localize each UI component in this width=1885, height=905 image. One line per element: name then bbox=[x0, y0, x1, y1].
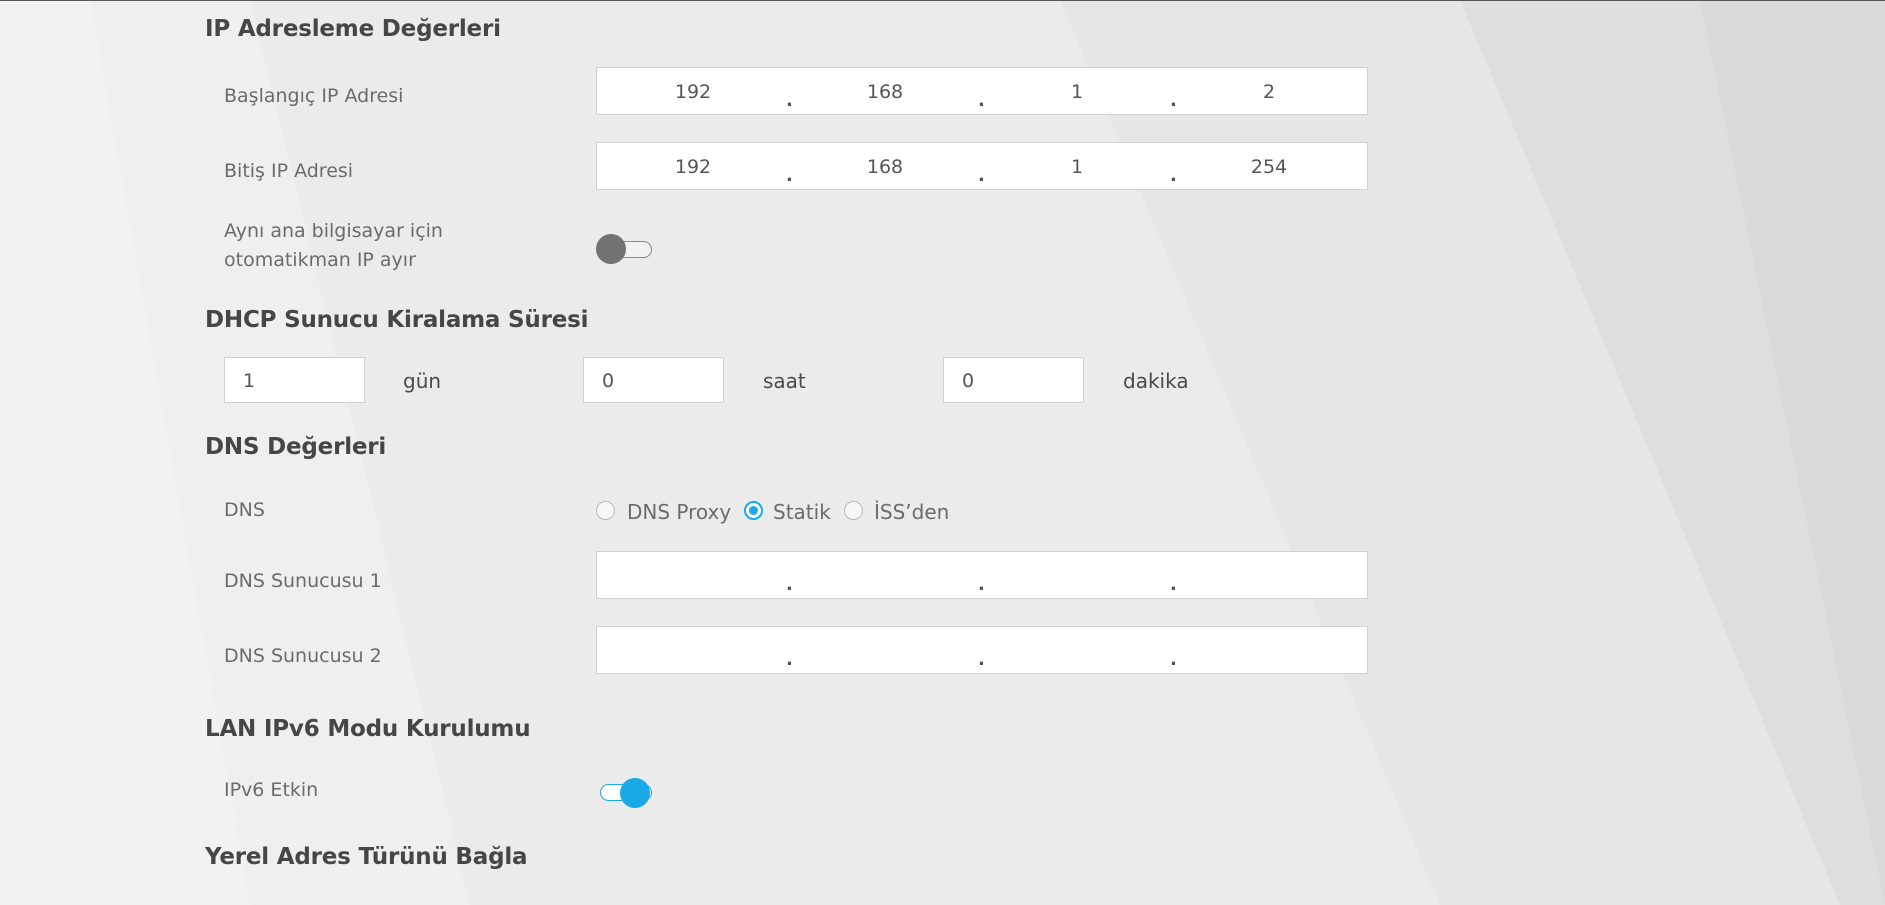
dns-mode-radio-group: DNS Proxy Statik İSS’den bbox=[596, 500, 1196, 524]
ipv6-enable-toggle[interactable] bbox=[600, 777, 656, 809]
end-ip-octet-1[interactable]: 192 bbox=[597, 156, 789, 178]
end-ip-label: Bitiş IP Adresi bbox=[224, 160, 354, 182]
lease-hours-unit: saat bbox=[763, 369, 806, 393]
lease-days-input[interactable]: 1 bbox=[224, 357, 365, 403]
lease-hours-input[interactable]: 0 bbox=[583, 357, 724, 403]
ip-addressing-title: IP Adresleme Değerleri bbox=[205, 16, 501, 42]
start-ip-octet-4[interactable]: 2 bbox=[1173, 81, 1365, 103]
dns-server1-label: DNS Sunucusu 1 bbox=[224, 570, 382, 592]
dns-static-radio[interactable] bbox=[744, 501, 763, 520]
dns-mode-label: DNS bbox=[224, 499, 265, 521]
dns-proxy-radio[interactable] bbox=[596, 501, 615, 520]
dns-isp-radio[interactable] bbox=[844, 501, 863, 520]
ip-separator: . bbox=[978, 574, 985, 595]
end-ip-octet-2[interactable]: 168 bbox=[789, 156, 981, 178]
auto-reserve-toggle[interactable] bbox=[596, 234, 652, 266]
dns-proxy-label[interactable]: DNS Proxy bbox=[627, 500, 731, 524]
local-address-title: Yerel Adres Türünü Bağla bbox=[205, 844, 528, 870]
end-ip-input[interactable]: 192 . 168 . 1 . 254 bbox=[596, 142, 1368, 190]
dns-static-label[interactable]: Statik bbox=[773, 500, 831, 524]
end-ip-octet-4[interactable]: 254 bbox=[1173, 156, 1365, 178]
dns-server2-label: DNS Sunucusu 2 bbox=[224, 645, 382, 667]
lease-days-unit: gün bbox=[403, 369, 442, 393]
ip-separator: . bbox=[1170, 649, 1177, 670]
toggle-knob bbox=[596, 234, 626, 264]
dns-server1-input[interactable]: . . . bbox=[596, 551, 1368, 599]
start-ip-octet-2[interactable]: 168 bbox=[789, 81, 981, 103]
toggle-knob bbox=[620, 778, 650, 808]
start-ip-octet-1[interactable]: 192 bbox=[597, 81, 789, 103]
start-ip-label: Başlangıç IP Adresi bbox=[224, 85, 404, 107]
auto-reserve-label: Aynı ana bilgisayar için otomatikman IP … bbox=[224, 220, 443, 271]
lease-minutes-input[interactable]: 0 bbox=[943, 357, 1084, 403]
start-ip-octet-3[interactable]: 1 bbox=[981, 81, 1173, 103]
dns-isp-label[interactable]: İSS’den bbox=[874, 500, 949, 524]
start-ip-input[interactable]: 192 . 168 . 1 . 2 bbox=[596, 67, 1368, 115]
end-ip-octet-3[interactable]: 1 bbox=[981, 156, 1173, 178]
dns-title: DNS Değerleri bbox=[205, 434, 387, 460]
dns-server2-input[interactable]: . . . bbox=[596, 626, 1368, 674]
ip-separator: . bbox=[978, 649, 985, 670]
ip-separator: . bbox=[1170, 574, 1177, 595]
ip-separator: . bbox=[786, 574, 793, 595]
ip-separator: . bbox=[786, 649, 793, 670]
lease-minutes-unit: dakika bbox=[1123, 369, 1189, 393]
ipv6-enable-label: IPv6 Etkin bbox=[224, 779, 319, 801]
lease-time-title: DHCP Sunucu Kiralama Süresi bbox=[205, 307, 589, 333]
ipv6-title: LAN IPv6 Modu Kurulumu bbox=[205, 716, 531, 742]
